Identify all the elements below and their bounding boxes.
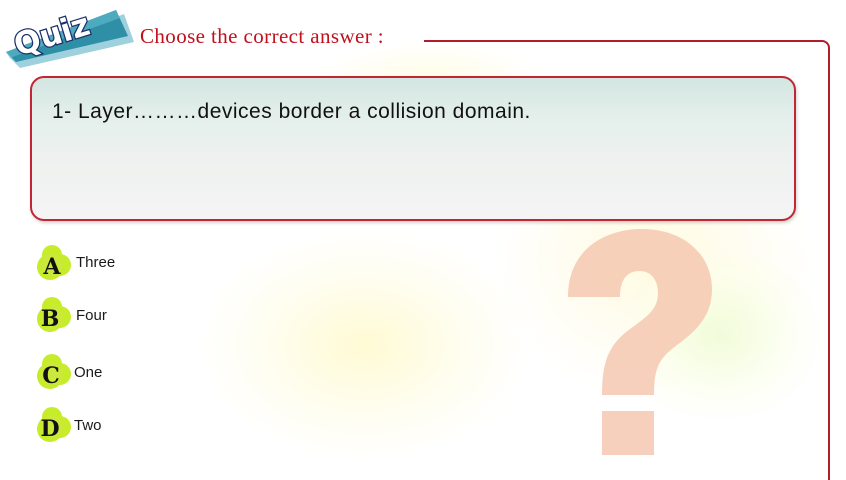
svg-text:A: A <box>42 254 61 280</box>
svg-text:D: D <box>40 416 59 442</box>
option-label: Four <box>76 307 107 324</box>
page-title: Choose the correct answer : <box>140 24 385 48</box>
quiz-badge: Quiz <box>6 6 134 68</box>
bullet-d-icon: D <box>37 407 71 442</box>
bullet-b-icon: B <box>37 297 71 332</box>
question-box: 1- Layer………devices border a collision do… <box>30 76 796 221</box>
option-a[interactable]: A Three <box>34 243 214 280</box>
question-text: 1- Layer………devices border a collision do… <box>52 100 531 123</box>
bullet-a-icon: A <box>37 245 71 280</box>
bullet-c-icon: C <box>37 354 71 389</box>
svg-text:B: B <box>41 306 60 332</box>
option-label: Three <box>76 254 116 271</box>
option-c[interactable]: C One <box>34 352 214 389</box>
option-label: One <box>74 364 103 381</box>
option-label: Two <box>74 417 102 434</box>
option-b[interactable]: B Four <box>34 295 214 332</box>
svg-text:C: C <box>42 363 60 389</box>
option-d[interactable]: D Two <box>34 405 214 442</box>
